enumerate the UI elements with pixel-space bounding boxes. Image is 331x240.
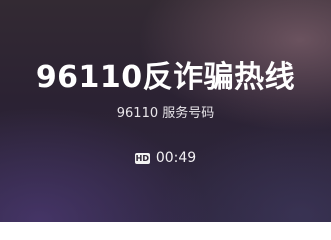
call-status: HD 00:49 bbox=[0, 149, 331, 167]
hd-icon: HD bbox=[134, 152, 150, 164]
call-screen: 96110反诈骗热线 96110 服务号码 HD 00:49 bbox=[0, 0, 331, 222]
call-timer: 00:49 bbox=[155, 150, 197, 166]
caller-number: 96110 服务号码 bbox=[116, 106, 215, 121]
caller-title: 96110反诈骗热线 bbox=[35, 60, 296, 95]
